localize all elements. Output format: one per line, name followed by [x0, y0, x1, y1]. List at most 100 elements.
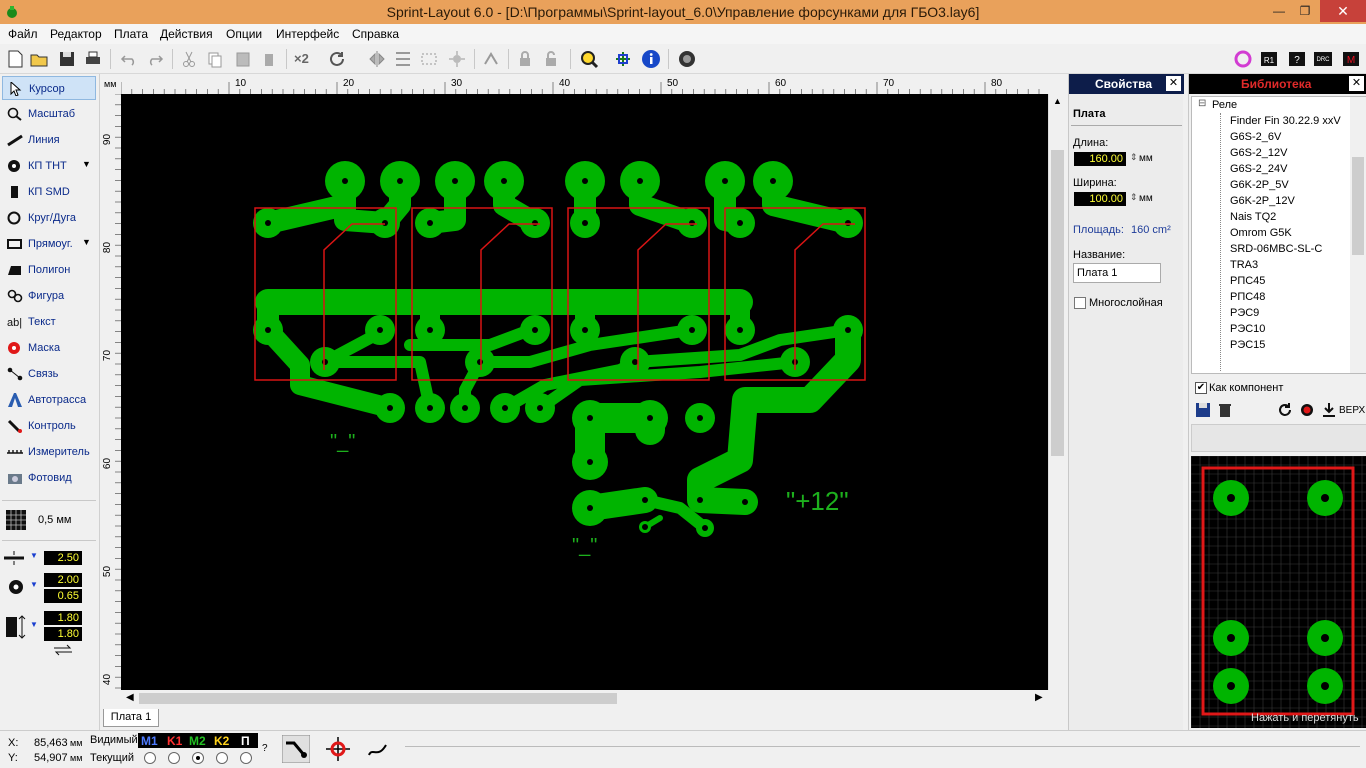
library-group-label[interactable]: Реле — [1212, 97, 1237, 113]
smd-width-value[interactable]: 1.80 — [44, 611, 82, 625]
tool-figure[interactable]: Фигура — [2, 284, 96, 308]
close-icon[interactable]: ✕ — [1166, 76, 1181, 91]
new-file-icon[interactable] — [4, 48, 26, 70]
cut-icon[interactable] — [178, 48, 200, 70]
close-button[interactable]: ✕ — [1320, 0, 1366, 22]
board-label-minus-2[interactable]: "_" — [572, 535, 597, 557]
lock-icon[interactable] — [514, 48, 536, 70]
grid-size-label[interactable]: 0,5 мм — [38, 514, 71, 526]
paste-icon[interactable] — [232, 48, 254, 70]
chevron-down-icon[interactable]: ▼ — [30, 580, 38, 589]
spin-icon[interactable]: ⇕ — [1130, 152, 1138, 163]
menu-actions[interactable]: Действия — [160, 24, 213, 44]
track-width-value[interactable]: 2.50 — [44, 551, 82, 565]
tool-text[interactable]: ab| Текст — [2, 310, 96, 334]
vscroll-thumb[interactable] — [1051, 150, 1064, 456]
length-value[interactable]: 160.00 — [1074, 152, 1126, 166]
width-value[interactable]: 100.00 — [1074, 192, 1126, 206]
library-item[interactable]: Finder Fin 30.22.9 xxV — [1230, 113, 1341, 129]
library-tree[interactable]: ⊟ Реле Finder Fin 30.22.9 xxV G6S-2_6V G… — [1191, 96, 1366, 374]
tool-cursor[interactable]: Курсор — [2, 76, 96, 100]
tool-circle-arc[interactable]: Круг/Дуга — [2, 206, 96, 230]
current-layer-radio-m1[interactable] — [144, 752, 156, 764]
hscroll-thumb[interactable] — [139, 693, 617, 704]
align-icon[interactable] — [392, 48, 414, 70]
unlock-icon[interactable] — [540, 48, 562, 70]
rotate-icon[interactable] — [1277, 402, 1293, 418]
pcb-drawing[interactable]: "_" "_" "+12" — [121, 94, 1048, 690]
copy-icon[interactable] — [204, 48, 226, 70]
group-icon[interactable] — [418, 48, 440, 70]
tool-smd-pad[interactable]: КП SMD — [2, 180, 96, 204]
tool-connection[interactable]: Связь — [2, 362, 96, 386]
tool-autoroute[interactable]: Автотрасса — [2, 388, 96, 412]
print-icon[interactable] — [82, 48, 104, 70]
tool-tht-pad[interactable]: КП ТНТ ▼ — [2, 154, 96, 178]
component-icon[interactable] — [446, 48, 468, 70]
layer-m1[interactable]: M1 — [141, 734, 158, 748]
smd-height-value[interactable]: 1.80 — [44, 627, 82, 641]
download-icon[interactable] — [1321, 402, 1337, 418]
layer-p[interactable]: П — [241, 734, 250, 748]
board-label-plus12[interactable]: "+12" — [786, 486, 849, 516]
tool-photoview[interactable]: Фотовид — [2, 466, 96, 490]
tool-rectangle[interactable]: Прямоуг. ▼ — [2, 232, 96, 256]
minimize-button[interactable]: — — [1266, 2, 1292, 20]
chevron-down-icon[interactable]: ▼ — [82, 159, 91, 169]
library-item[interactable]: РЭС9 — [1230, 305, 1259, 321]
scroll-right-icon[interactable]: ▶ — [1035, 692, 1043, 703]
r1-icon[interactable]: R1 — [1258, 48, 1280, 70]
tool-polygon[interactable]: Полигон — [2, 258, 96, 282]
library-item[interactable]: SRD-06MBC-SL-C — [1230, 241, 1322, 257]
delete-icon[interactable] — [258, 48, 280, 70]
mirror-icon[interactable] — [366, 48, 388, 70]
board-name-input[interactable]: Плата 1 — [1073, 263, 1161, 283]
ratsnest-icon[interactable] — [282, 735, 310, 763]
layer-top-icon[interactable] — [1299, 402, 1315, 418]
layer-help[interactable]: ? — [262, 743, 268, 754]
vertical-scrollbar[interactable]: ▲ — [1048, 94, 1065, 690]
settings-gear-icon[interactable] — [676, 48, 698, 70]
tree-collapse-icon[interactable]: ⊟ — [1198, 98, 1206, 109]
library-item[interactable]: Nais TQ2 — [1230, 209, 1276, 225]
layer-k2[interactable]: K2 — [214, 734, 229, 748]
as-component-checkbox[interactable]: ✔ — [1195, 382, 1207, 394]
tool-mask[interactable]: Маска — [2, 336, 96, 360]
library-item[interactable]: G6S-2_24V — [1230, 161, 1287, 177]
tool-control[interactable]: Контроль — [2, 414, 96, 438]
wire-icon[interactable] — [366, 737, 390, 761]
grid-icon[interactable] — [6, 510, 26, 530]
library-item[interactable]: G6S-2_12V — [1230, 145, 1287, 161]
maximize-button[interactable]: ❐ — [1292, 2, 1318, 20]
pad-outer-value[interactable]: 2.00 — [44, 573, 82, 587]
duplicate-x2-button[interactable]: ×2 — [294, 48, 316, 70]
menu-interface[interactable]: Интерфейс — [276, 24, 339, 44]
layer-k1[interactable]: K1 — [167, 734, 182, 748]
pcb-canvas[interactable]: "_" "_" "+12" — [121, 94, 1048, 690]
chevron-down-icon[interactable]: ▼ — [82, 237, 91, 247]
library-item[interactable]: РПС48 — [1230, 289, 1265, 305]
pad-inner-value[interactable]: 0.65 — [44, 589, 82, 603]
undo-icon[interactable] — [118, 48, 140, 70]
redo-icon[interactable] — [144, 48, 166, 70]
horizontal-scrollbar[interactable]: ◀ ▶ — [121, 690, 1048, 707]
multilayer-checkbox[interactable] — [1074, 297, 1086, 309]
board-label-minus-1[interactable]: "_" — [330, 431, 355, 453]
chevron-down-icon[interactable]: ▼ — [30, 620, 38, 629]
macro-icon[interactable]: M — [1340, 48, 1362, 70]
menu-options[interactable]: Опции — [226, 24, 262, 44]
target-icon[interactable] — [1232, 48, 1254, 70]
scroll-up-icon[interactable]: ▲ — [1053, 96, 1062, 106]
tool-measure[interactable]: Измеритель — [2, 440, 96, 464]
rotate-icon[interactable] — [326, 48, 348, 70]
side-top-label[interactable]: ВЕРХ — [1339, 405, 1365, 416]
library-item[interactable]: РЭС15 — [1230, 337, 1265, 353]
info-icon[interactable] — [640, 48, 662, 70]
library-item[interactable]: G6S-2_6V — [1230, 129, 1281, 145]
close-icon[interactable]: ✕ — [1349, 76, 1364, 91]
library-item[interactable]: РЭС10 — [1230, 321, 1265, 337]
library-scrollbar[interactable] — [1350, 97, 1366, 373]
trash-icon[interactable] — [1217, 402, 1233, 418]
help-question-icon[interactable]: ? — [1286, 48, 1308, 70]
menu-edit[interactable]: Редактор — [50, 24, 102, 44]
